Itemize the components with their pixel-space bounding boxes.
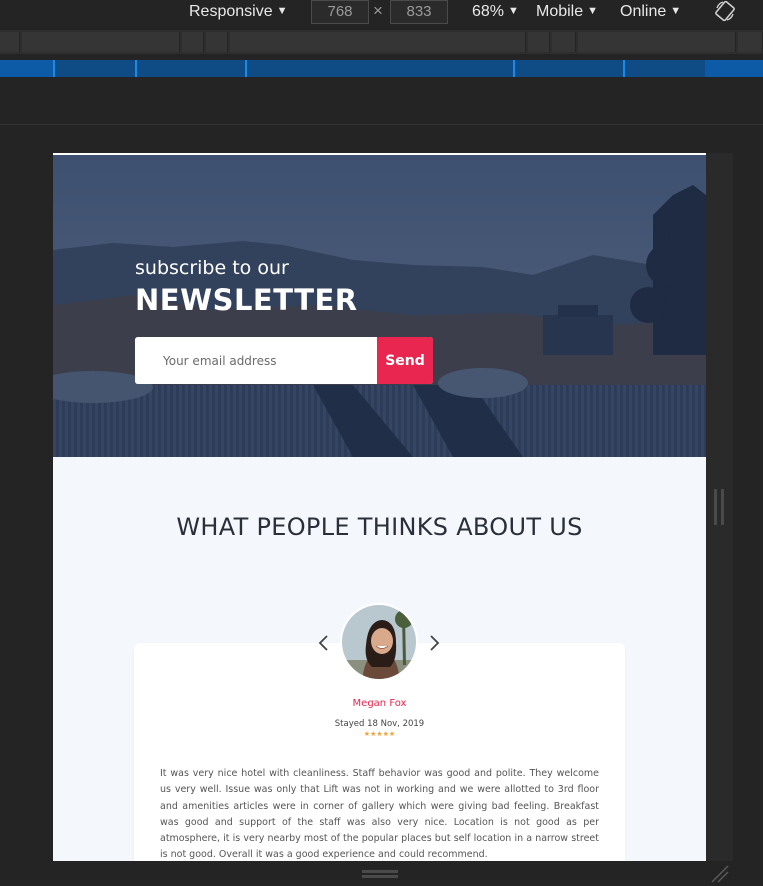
zoom-select-label: 68%	[472, 3, 505, 20]
chevron-right-icon[interactable]	[424, 633, 444, 653]
caret-down-icon: ▼	[587, 5, 599, 17]
caret-down-icon: ▼	[508, 5, 519, 17]
testimonials-title: WHAT PEOPLE THINKS ABOUT US	[176, 513, 583, 541]
breakpoint-segment[interactable]	[53, 60, 135, 77]
device-type-select[interactable]: Mobile ▼	[536, 0, 598, 24]
ruler-segment[interactable]	[0, 32, 20, 52]
newsletter-form: Send	[135, 337, 433, 384]
rotate-icon[interactable]	[714, 0, 736, 22]
height-input[interactable]: 833	[390, 0, 448, 24]
device-select-label: Responsive	[189, 3, 273, 20]
caret-down-icon: ▼	[276, 5, 288, 17]
zoom-select[interactable]: 68% ▼	[472, 0, 519, 24]
stay-date: Stayed 18 Nov, 2019	[334, 719, 425, 729]
newsletter-subtitle: subscribe to our	[135, 257, 289, 279]
ruler-segment[interactable]	[22, 32, 180, 52]
device-select[interactable]: Responsive ▼	[189, 0, 288, 24]
resize-handle-right[interactable]	[714, 489, 724, 525]
ruler-segment[interactable]	[230, 32, 526, 52]
network-throttle-select[interactable]: Online ▼	[620, 0, 681, 24]
ruler-segment[interactable]	[182, 32, 204, 52]
breakpoint-segment[interactable]	[245, 60, 513, 77]
reviewer-name: Megan Fox	[352, 698, 407, 709]
caret-down-icon: ▼	[670, 5, 682, 17]
device-type-label: Mobile	[536, 3, 584, 20]
breakpoint-bar	[0, 60, 763, 77]
page-viewport: subscribe to our NEWSLETTER Send WHAT PE…	[53, 153, 706, 861]
breakpoint-segment[interactable]	[513, 60, 623, 77]
review-text: It was very nice hotel with cleanliness.…	[160, 768, 599, 861]
width-input[interactable]: 768	[311, 0, 369, 24]
chevron-left-icon[interactable]	[314, 633, 334, 653]
toolbar-divider	[0, 124, 763, 125]
resize-handle-bottom[interactable]	[362, 870, 398, 878]
send-button[interactable]: Send	[377, 337, 433, 384]
email-input[interactable]	[135, 337, 377, 384]
resize-corner-icon[interactable]	[708, 862, 730, 884]
network-throttle-label: Online	[620, 3, 667, 20]
ruler-segment[interactable]	[552, 32, 576, 52]
ruler-segment[interactable]	[738, 32, 763, 52]
dimension-separator: ×	[373, 1, 383, 20]
ruler-segment[interactable]	[528, 32, 550, 52]
devtools-toolbar: Responsive ▼ 768 × 833 68% ▼ Mobile ▼ Onlin…	[0, 0, 763, 24]
breakpoint-segment[interactable]	[623, 60, 705, 77]
star-rating: ★★★★★	[363, 730, 396, 738]
newsletter-hero: subscribe to our NEWSLETTER Send	[53, 155, 706, 457]
ruler-segment[interactable]	[206, 32, 228, 52]
media-query-ruler	[0, 30, 763, 54]
reviewer-avatar	[340, 603, 418, 681]
ruler-segment[interactable]	[578, 32, 736, 52]
newsletter-title: NEWSLETTER	[135, 283, 358, 317]
breakpoint-segment[interactable]	[135, 60, 245, 77]
